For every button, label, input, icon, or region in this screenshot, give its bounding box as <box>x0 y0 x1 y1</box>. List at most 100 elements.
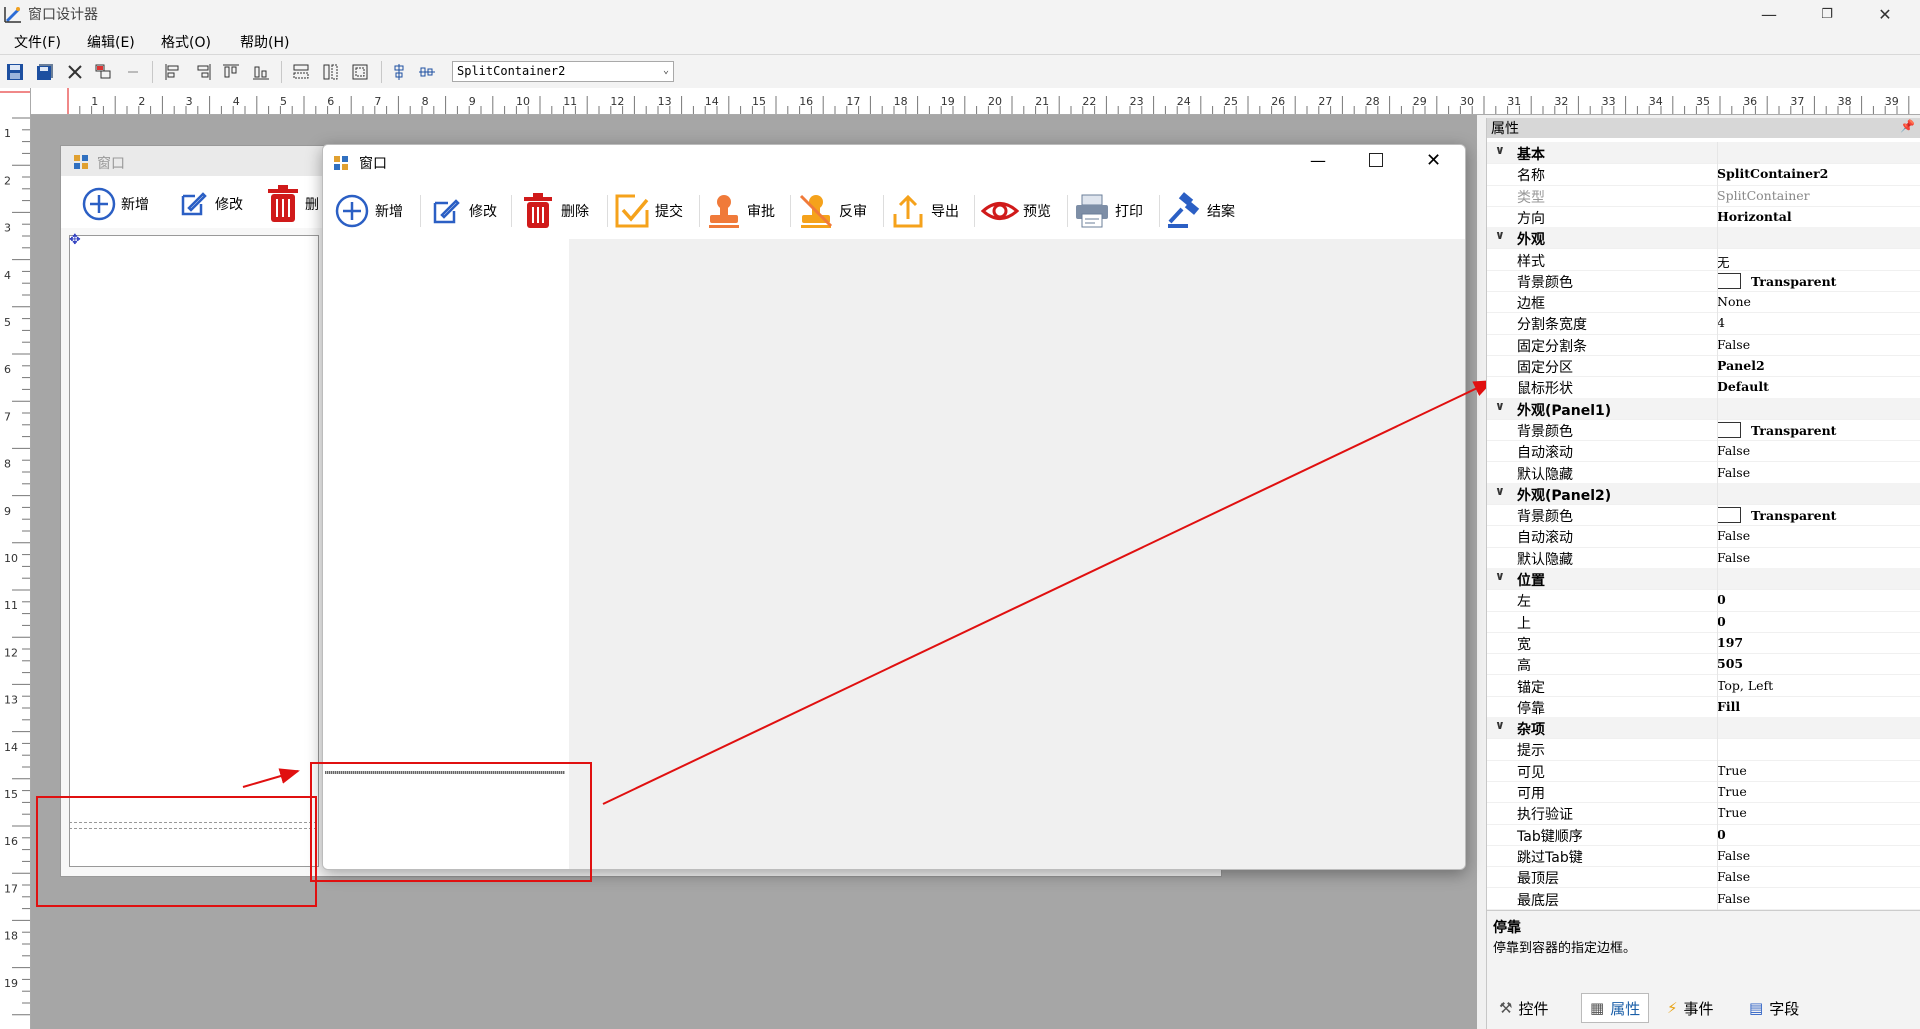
same-height-icon[interactable] <box>322 63 340 81</box>
property-row[interactable]: 分割条宽度 4 <box>1487 312 1920 335</box>
menu-help[interactable]: 帮助(H) <box>240 32 289 52</box>
property-value[interactable]: 505 <box>1717 656 1743 671</box>
property-row[interactable]: 固定分区 Panel2 <box>1487 355 1920 378</box>
delete-button[interactable]: 删除 <box>519 193 589 229</box>
property-value[interactable]: 0 <box>1717 827 1726 842</box>
tab-properties[interactable]: ▦ 属性 <box>1581 993 1650 1023</box>
property-row[interactable]: 可见 True <box>1487 760 1920 782</box>
center-vertical-icon[interactable] <box>390 63 408 81</box>
align-bottom-icon[interactable] <box>252 63 270 81</box>
property-row[interactable]: 高 505 <box>1487 653 1920 676</box>
property-value[interactable]: False <box>1717 528 1750 543</box>
menu-edit[interactable]: 编辑(E) <box>87 32 135 52</box>
property-row[interactable]: 执行验证 True <box>1487 802 1920 825</box>
splitter-bar[interactable] <box>325 771 565 774</box>
approve-button[interactable]: 审批 <box>705 193 775 229</box>
same-width-icon[interactable] <box>292 63 310 81</box>
menu-file[interactable]: 文件(F) <box>14 32 61 52</box>
property-value[interactable]: True <box>1717 784 1747 799</box>
save-all-icon[interactable] <box>36 63 54 81</box>
property-category[interactable]: ∨ 外观(Panel1) <box>1487 397 1920 420</box>
chevron-down-icon[interactable]: ∨ <box>1495 484 1505 498</box>
property-value[interactable]: 4 <box>1717 315 1725 330</box>
property-value[interactable]: SplitContainer2 <box>1717 166 1828 181</box>
property-row[interactable]: 方向 Horizontal <box>1487 206 1920 229</box>
property-value[interactable]: 0 <box>1717 592 1726 607</box>
property-row[interactable]: 上0 <box>1487 611 1920 633</box>
center-horizontal-icon[interactable] <box>418 63 436 81</box>
maximize-icon[interactable] <box>1369 153 1383 167</box>
split-panel-left[interactable] <box>323 239 569 869</box>
add-button[interactable]: 新增 <box>333 193 403 229</box>
menu-format[interactable]: 格式(O) <box>161 32 211 52</box>
main-form-window[interactable]: 窗口 — ✕ 新增 修改 删除 提交 审批 反审 导出 预览 打印 结案 <box>322 144 1466 870</box>
tab-events[interactable]: ⚡ 事件 <box>1667 996 1714 1020</box>
property-row[interactable]: 自动滚动 False <box>1487 525 1920 548</box>
property-row[interactable]: 默认隐藏 False <box>1487 462 1920 484</box>
property-row[interactable]: 背景颜色 Transparent <box>1487 504 1920 527</box>
property-value[interactable]: 197 <box>1717 635 1743 650</box>
property-value[interactable]: False <box>1717 550 1750 565</box>
move-handle-icon[interactable]: ✥ <box>69 232 81 248</box>
property-value[interactable]: Fill <box>1717 699 1740 714</box>
trash-icon[interactable] <box>265 184 301 224</box>
property-value[interactable]: False <box>1717 465 1750 480</box>
property-value[interactable]: None <box>1717 294 1751 309</box>
property-value[interactable]: Transparent <box>1717 507 1836 524</box>
align-right-icon[interactable] <box>194 63 212 81</box>
property-row[interactable]: 提示 <box>1487 738 1920 761</box>
minimize-icon[interactable]: — <box>1310 151 1326 170</box>
property-category[interactable]: ∨ 位置 <box>1487 568 1920 591</box>
property-row[interactable]: 默认隐藏 False <box>1487 547 1920 569</box>
delete-icon[interactable] <box>66 63 84 81</box>
chevron-down-icon[interactable]: ∨ <box>1495 143 1505 157</box>
property-value[interactable]: False <box>1717 443 1750 458</box>
property-row[interactable]: 背景颜色 Transparent <box>1487 270 1920 293</box>
property-value[interactable]: False <box>1717 337 1750 352</box>
property-row[interactable]: 背景颜色 Transparent <box>1487 419 1920 442</box>
chevron-down-icon[interactable]: ∨ <box>1495 399 1505 413</box>
export-button[interactable]: 导出 <box>889 193 959 229</box>
split-panel-right[interactable] <box>569 239 1465 869</box>
property-value[interactable]: Default <box>1717 379 1769 394</box>
print-button[interactable]: 打印 <box>1073 193 1143 229</box>
tab-controls[interactable]: ⚒ 控件 <box>1499 996 1548 1020</box>
property-row[interactable]: 最顶层 False <box>1487 866 1920 889</box>
property-value[interactable]: False <box>1717 891 1750 906</box>
component-selector[interactable]: SplitContainer2 ⌄ <box>452 61 674 82</box>
property-row[interactable]: 宽 197 <box>1487 632 1920 655</box>
save-icon[interactable] <box>6 63 24 81</box>
property-value[interactable]: 无 <box>1717 252 1730 271</box>
property-value[interactable]: SplitContainer <box>1717 188 1810 203</box>
property-category[interactable]: ∨ 外观(Panel2) <box>1487 482 1920 506</box>
background-panel[interactable] <box>69 235 319 867</box>
property-category[interactable]: ∨ 外观 <box>1487 227 1920 250</box>
property-value[interactable]: False <box>1717 869 1750 884</box>
property-row[interactable]: 边框 None <box>1487 291 1920 314</box>
property-category[interactable]: ∨ 杂项 <box>1487 717 1920 740</box>
submit-button[interactable]: 提交 <box>613 193 683 229</box>
property-row[interactable]: 自动滚动 False <box>1487 440 1920 463</box>
edit-button[interactable]: 修改 <box>427 193 497 229</box>
property-row[interactable]: 类型 SplitContainer <box>1487 185 1920 207</box>
restore-button[interactable]: ❐ <box>1798 0 1856 28</box>
property-value[interactable]: True <box>1717 805 1747 820</box>
close-case-button[interactable]: 结案 <box>1165 192 1235 229</box>
plus-circle-icon[interactable] <box>81 186 117 222</box>
property-row[interactable]: 锚定 Top, Left <box>1487 675 1920 697</box>
pin-icon[interactable]: 📌 <box>1900 119 1915 133</box>
property-category[interactable]: ∨ 基本 <box>1487 142 1920 165</box>
close-icon[interactable]: ✕ <box>1426 150 1441 171</box>
same-size-icon[interactable] <box>351 63 369 81</box>
property-value[interactable]: Transparent <box>1717 272 1836 289</box>
chevron-down-icon[interactable]: ∨ <box>1495 569 1505 583</box>
close-button[interactable]: ✕ <box>1856 0 1914 28</box>
align-top-icon[interactable] <box>222 63 240 81</box>
property-row[interactable]: 停靠 Fill <box>1487 696 1920 719</box>
property-value[interactable]: Top, Left <box>1717 678 1773 693</box>
property-row[interactable]: 可用 True <box>1487 781 1920 804</box>
property-value[interactable]: 0 <box>1717 614 1726 629</box>
property-row[interactable]: 跳过Tab键 False <box>1487 845 1920 868</box>
minimize-button[interactable]: — <box>1740 0 1798 28</box>
align-left-icon[interactable] <box>164 63 182 81</box>
